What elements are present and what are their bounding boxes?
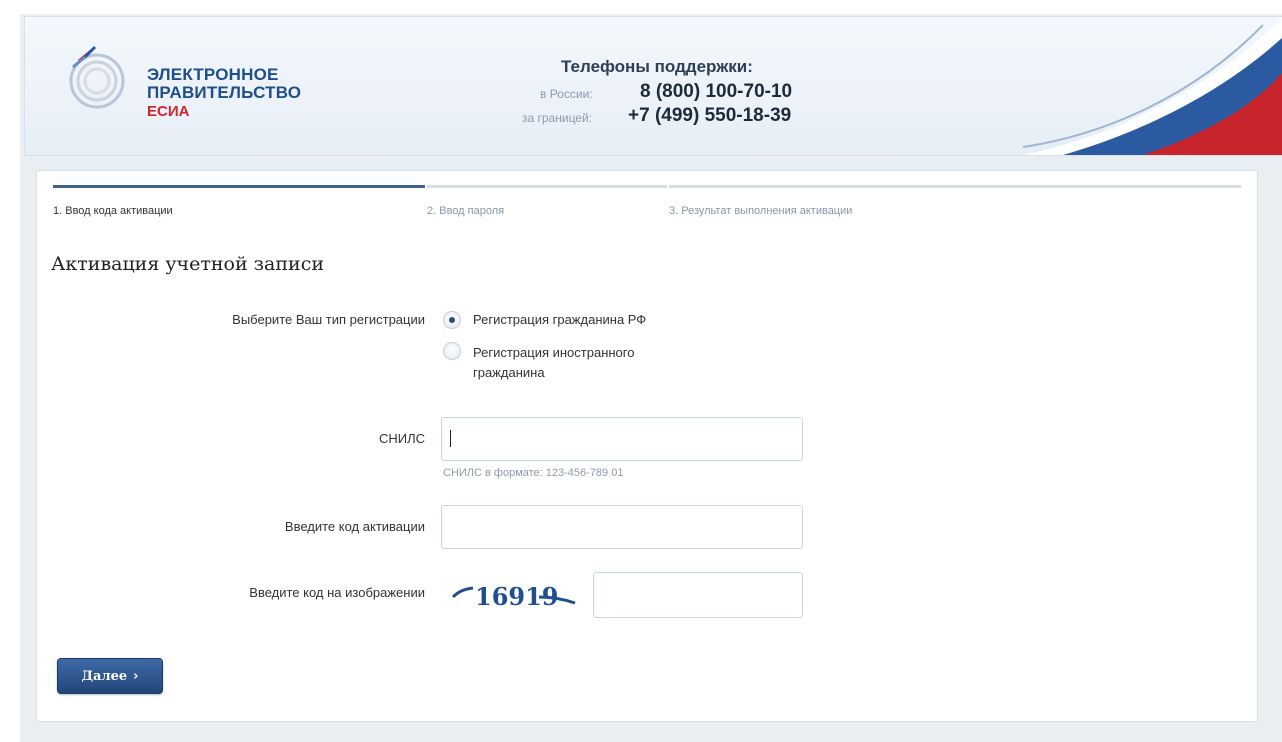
russia-label: в России:: [540, 87, 593, 101]
support-phones-title: Телефоны поддержки:: [561, 57, 753, 76]
captcha-image: 16919: [451, 582, 576, 611]
esia-emblem-icon: [69, 45, 125, 109]
captcha-label: Введите код на изображении: [249, 585, 425, 600]
step-2-label: 2. Ввод пароля: [427, 205, 505, 217]
radio-citizen-rf[interactable]: [443, 311, 461, 329]
support-phone-russia: в России: 8 (800) 100-70-10: [522, 81, 852, 105]
footer-strip: [24, 730, 1282, 742]
flag-swoosh-decoration: [1023, 17, 1282, 155]
activation-code-input[interactable]: [441, 505, 803, 549]
step-3-bar: [669, 185, 1241, 188]
radio-foreign-citizen-label[interactable]: Регистрация иностранного гражданина: [473, 343, 673, 383]
text-cursor: [450, 430, 451, 447]
logo-esia-label: ЕСИА: [147, 103, 190, 120]
step-2-bar: [427, 185, 667, 188]
captcha-input[interactable]: [593, 572, 803, 618]
step-1-bar: [53, 185, 425, 188]
registration-type-label: Выберите Ваш тип регистрации: [232, 312, 425, 327]
support-phone-abroad: за границей: +7 (499) 550-18-39: [522, 105, 852, 129]
snils-format-hint: СНИЛС в формате: 123-456-789 01: [443, 467, 624, 479]
snils-input[interactable]: [441, 417, 803, 461]
next-button-label: Далее: [81, 668, 128, 684]
chevron-right-icon: ›: [133, 668, 139, 684]
activation-panel: 1. Ввод кода активации 2. Ввод пароля 3.…: [36, 170, 1258, 722]
logo-title-line2: ПРАВИТЕЛЬСТВО: [147, 83, 302, 102]
radio-foreign-citizen[interactable]: [443, 342, 461, 360]
snils-label: СНИЛС: [378, 431, 425, 446]
radio-citizen-rf-label[interactable]: Регистрация гражданина РФ: [473, 310, 733, 330]
activation-code-label: Введите код активации: [284, 519, 425, 534]
site-header: ЭЛЕКТРОННОЕ ПРАВИТЕЛЬСТВО ЕСИА Телефоны …: [24, 16, 1282, 156]
page-title: Активация учетной записи: [51, 253, 324, 275]
russia-phone: 8 (800) 100-70-10: [640, 81, 793, 102]
next-button[interactable]: Далее ›: [57, 658, 163, 694]
step-1-label: 1. Ввод кода активации: [53, 205, 173, 217]
step-progress: 1. Ввод кода активации 2. Ввод пароля 3.…: [53, 185, 1241, 225]
abroad-label: за границей:: [522, 111, 593, 125]
step-3-label: 3. Результат выполнения активации: [669, 205, 853, 217]
abroad-phone: +7 (499) 550-18-39: [628, 105, 792, 126]
esia-logo[interactable]: ЭЛЕКТРОННОЕ ПРАВИТЕЛЬСТВО ЕСИА: [65, 43, 335, 133]
logo-title-line1: ЭЛЕКТРОННОЕ: [147, 65, 279, 84]
